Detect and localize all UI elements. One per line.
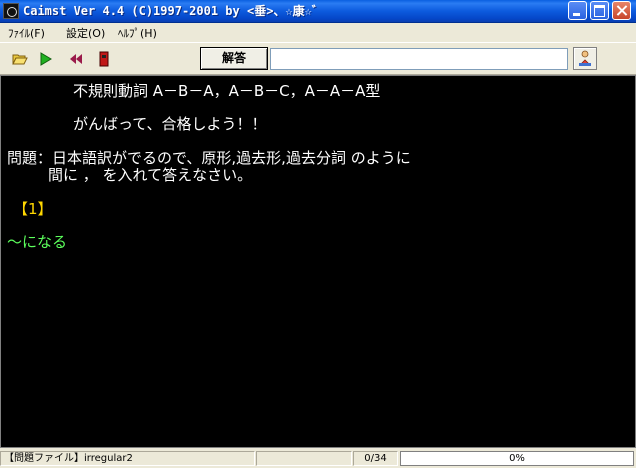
question-display: 不規則動詞 A－B－A，A－B－C，A－A－A型 がんばって、合格しよう！！ 問…	[0, 75, 636, 448]
status-empty	[256, 451, 352, 466]
title-bar: Caimst Ver 4.4 (C)1997-2001 by <垂>、☆康☆゛	[0, 0, 636, 23]
answer-input[interactable]	[270, 48, 568, 70]
stop-icon[interactable]	[96, 51, 112, 67]
question-prompt: ～になる	[7, 233, 68, 251]
answer-button[interactable]: 解答	[200, 47, 268, 70]
app-icon[interactable]	[3, 3, 19, 19]
minimize-button[interactable]	[568, 1, 587, 20]
help-button[interactable]	[573, 47, 597, 70]
encouragement-line: がんばって、合格しよう！！	[73, 115, 267, 133]
progress-bar: 0%	[400, 451, 634, 466]
status-bar: 【問題ファイル】irregular2 0/34 0%	[0, 449, 636, 468]
open-folder-icon[interactable]	[12, 51, 28, 67]
toolbar: 解答	[0, 42, 636, 75]
question-instruction-cont: 間に ， を入れて答えなさい。	[48, 166, 253, 184]
close-button[interactable]	[612, 1, 631, 20]
menu-settings[interactable]: 設定(O)	[66, 25, 105, 41]
menu-help[interactable]: ﾍﾙﾌﾟ(H)	[118, 25, 157, 41]
menu-file[interactable]: ﾌｧｲﾙ(F)	[8, 25, 45, 41]
play-icon[interactable]	[38, 51, 54, 67]
rewind-icon[interactable]	[68, 51, 84, 67]
question-instruction: 問題：日本語訳がでるので、原形,過去形,過去分詞 のように	[7, 149, 411, 167]
file-label: 【問題ファイル】irregular2	[0, 451, 255, 466]
menu-bar: ﾌｧｲﾙ(F) 設定(O) ﾍﾙﾌﾟ(H)	[0, 23, 636, 41]
maximize-button[interactable]	[590, 1, 609, 20]
question-number: 【1】	[13, 200, 53, 218]
heading-line: 不規則動詞 A－B－A，A－B－C，A－A－A型	[73, 82, 381, 100]
person-book-icon	[579, 50, 591, 66]
progress-text: 0%	[509, 453, 525, 464]
question-counter: 0/34	[353, 451, 398, 466]
window-title: Caimst Ver 4.4 (C)1997-2001 by <垂>、☆康☆゛	[23, 4, 324, 18]
